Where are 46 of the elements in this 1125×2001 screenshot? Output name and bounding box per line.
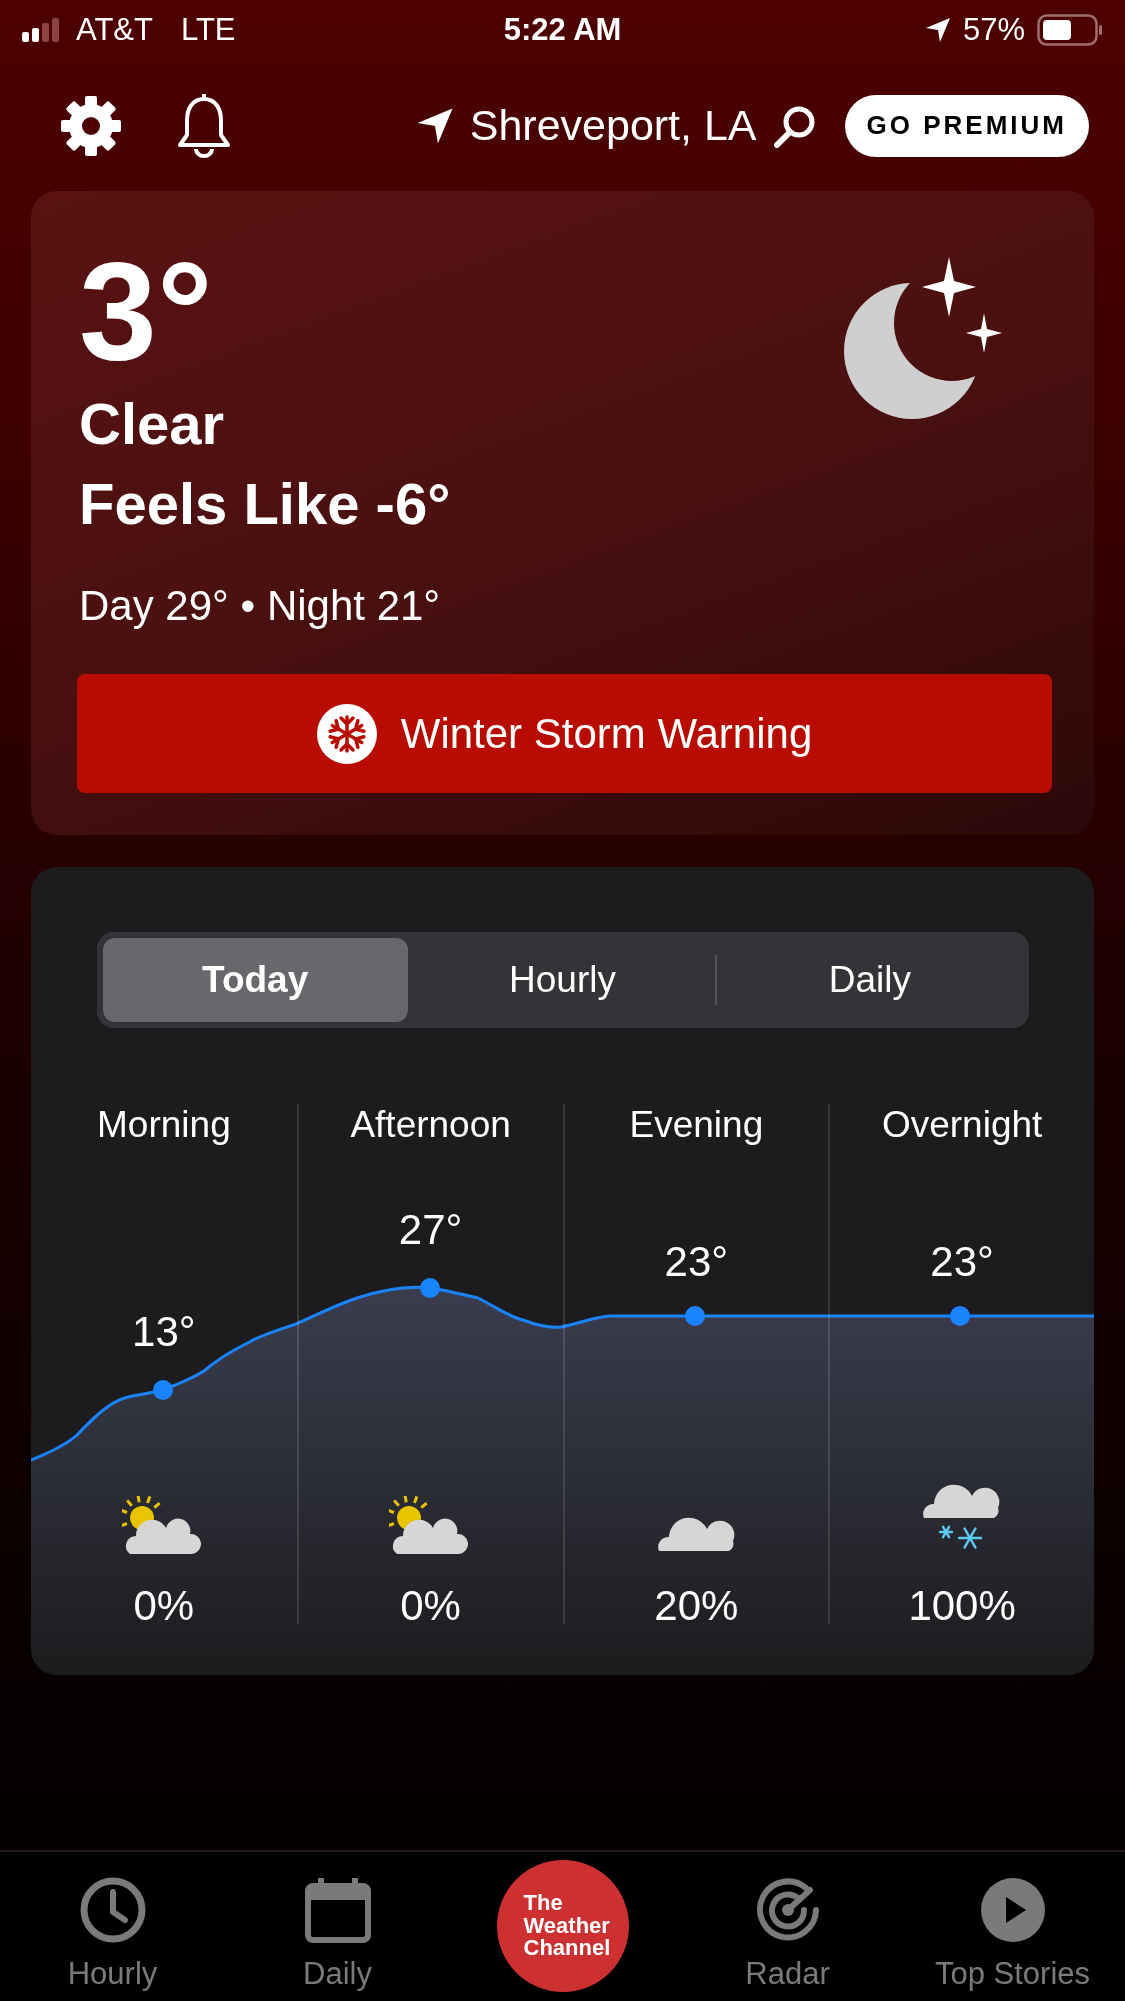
view-tab[interactable]: Today xyxy=(102,938,408,1022)
battery-icon xyxy=(1037,14,1103,46)
precipitation-chance: 100% xyxy=(908,1582,1016,1630)
status-time: 5:22 AM xyxy=(503,12,622,48)
play-icon xyxy=(978,1876,1047,1944)
settings-icon xyxy=(60,94,122,157)
temperature-point xyxy=(685,1306,705,1326)
clock-icon xyxy=(78,1876,147,1944)
go-premium-button[interactable]: GO PREMIUM xyxy=(844,94,1089,157)
network-type: LTE xyxy=(180,12,236,48)
signal-icon xyxy=(22,18,62,42)
nav-tab[interactable]: Hourly xyxy=(0,1852,225,2001)
bell-icon xyxy=(176,92,232,159)
location-name[interactable]: Shreveport, LA xyxy=(469,101,757,150)
nav-tab[interactable]: Radar xyxy=(675,1852,900,2001)
view-tab[interactable]: Daily xyxy=(717,938,1023,1022)
condition-text: Clear xyxy=(79,390,225,458)
notifications-button[interactable] xyxy=(176,92,232,159)
location-arrow-icon xyxy=(924,17,951,43)
day-night-temperatures: Day 29° • Night 21° xyxy=(79,582,441,631)
period-temperature: 23° xyxy=(664,1238,729,1286)
precipitation-chance: 0% xyxy=(133,1582,195,1630)
temperature-point xyxy=(950,1306,970,1326)
precipitation-chance: 20% xyxy=(654,1582,739,1630)
period-label: Evening xyxy=(629,1104,764,1146)
temperature-point xyxy=(153,1380,173,1400)
temperature-point xyxy=(420,1278,440,1298)
period-label: Morning xyxy=(97,1104,231,1146)
nav-tab[interactable]: Daily xyxy=(225,1852,450,2001)
period-label: Overnight xyxy=(881,1104,1043,1146)
winter-storm-warning-button[interactable]: Winter Storm Warning xyxy=(77,674,1052,794)
precipitation-chance: 0% xyxy=(400,1582,461,1630)
carrier-name: AT&T xyxy=(76,12,153,48)
snowflake-icon xyxy=(316,703,377,764)
weather-channel-logo-button[interactable]: The Weather Channel xyxy=(496,1860,629,1992)
nav-tab[interactable]: Top Stories xyxy=(900,1852,1125,2001)
period-temperature: 13° xyxy=(132,1308,196,1356)
calendar-icon xyxy=(303,1876,372,1944)
period-temperature: 27° xyxy=(398,1206,463,1254)
feels-like-text: Feels Like -6° xyxy=(79,470,451,539)
period-label: Afternoon xyxy=(350,1104,511,1146)
battery-percent: 57% xyxy=(962,12,1025,48)
settings-button[interactable] xyxy=(60,94,122,157)
current-temperature: 3° xyxy=(79,237,213,384)
period-temperature: 23° xyxy=(930,1238,994,1286)
view-tab[interactable]: Hourly xyxy=(409,938,716,1022)
